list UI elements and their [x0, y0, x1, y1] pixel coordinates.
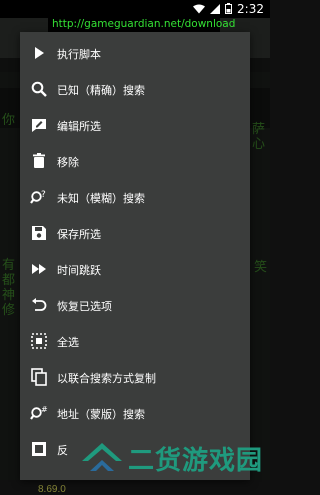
menu-item-label: 编辑所选	[57, 120, 101, 133]
menu-item-label: 已知（精确）搜索	[57, 84, 145, 97]
invert-icon	[32, 442, 46, 456]
menu-item-label: 执行脚本	[57, 48, 101, 61]
context-menu: 执行脚本 已知（精确）搜索 编辑所选 移除 ? 未知（模糊）搜索 保存所选 时间…	[20, 32, 250, 480]
menu-item-label: 保存所选	[57, 228, 101, 241]
background-price: 8.69.0	[38, 484, 66, 495]
menu-item-exact-search[interactable]: 已知（精确）搜索	[20, 71, 250, 107]
address-search-icon: #	[30, 405, 48, 420]
battery-icon	[225, 3, 232, 14]
menu-item-label: 地址（蒙版）搜索	[57, 408, 145, 421]
fast-forward-icon	[32, 264, 46, 274]
menu-item-label: 反	[57, 444, 68, 457]
wifi-icon	[193, 4, 205, 13]
watermark: 二货游戏园	[70, 435, 270, 480]
save-icon	[32, 226, 46, 240]
menu-item-address-mask-search[interactable]: # 地址（蒙版）搜索	[20, 395, 250, 431]
menu-item-edit-selected[interactable]: 编辑所选	[20, 107, 250, 143]
menu-item-fuzzy-search[interactable]: ? 未知（模糊）搜索	[20, 179, 250, 215]
watermark-text: 二货游戏园	[128, 446, 264, 476]
menu-item-restore-selected[interactable]: 恢复已选项	[20, 287, 250, 323]
status-time: 2:32	[237, 2, 264, 16]
watermark-logo-icon	[82, 443, 122, 471]
fuzzy-search-icon: ?	[30, 190, 46, 204]
menu-item-select-all[interactable]: 全选	[20, 323, 250, 359]
menu-item-time-jump[interactable]: 时间跳跃	[20, 251, 250, 287]
status-bar: 2:32	[0, 0, 270, 18]
menu-item-label: 时间跳跃	[57, 264, 101, 277]
edit-icon	[32, 119, 46, 132]
search-icon	[31, 81, 47, 97]
menu-item-remove[interactable]: 移除	[20, 143, 250, 179]
menu-item-save-selected[interactable]: 保存所选	[20, 215, 250, 251]
svg-text:?: ?	[41, 190, 46, 200]
select-all-icon	[31, 333, 47, 349]
menu-item-label: 移除	[57, 156, 79, 169]
signal-icon	[210, 3, 220, 14]
menu-item-label: 全选	[57, 336, 79, 349]
restore-icon	[32, 298, 47, 311]
trash-icon	[33, 153, 45, 168]
svg-text:#: #	[41, 405, 48, 414]
menu-item-run-script[interactable]: 执行脚本	[20, 35, 250, 71]
menu-item-label: 未知（模糊）搜索	[57, 192, 145, 205]
menu-item-copy-as-group-search[interactable]: 以联合搜索方式复制	[20, 359, 250, 395]
url-text[interactable]: http://gameguardian.net/download	[52, 18, 235, 30]
menu-item-label: 恢复已选项	[57, 300, 112, 313]
play-icon	[35, 47, 44, 59]
copy-icon	[31, 368, 47, 386]
menu-item-label: 以联合搜索方式复制	[57, 372, 156, 385]
